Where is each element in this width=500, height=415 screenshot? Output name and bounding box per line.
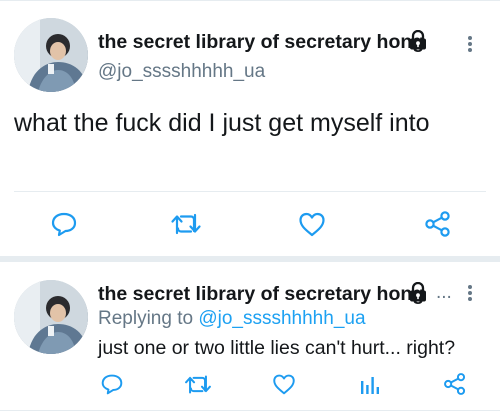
share-icon[interactable] [422, 209, 454, 239]
replying-to: Replying to @jo_sssshhhhh_ua [98, 308, 366, 330]
analytics-icon[interactable] [356, 371, 384, 397]
reply-icon[interactable] [48, 209, 80, 239]
retweet-icon[interactable] [181, 371, 215, 397]
tweet-separator [0, 256, 500, 262]
avatar[interactable] [14, 18, 88, 92]
retweet-icon[interactable] [166, 209, 206, 239]
reply-icon[interactable] [98, 371, 126, 397]
share-icon[interactable] [441, 371, 469, 397]
replying-to-label: Replying to [98, 308, 194, 329]
top-divider [0, 0, 500, 1]
tweet-text: just one or two little lies can't hurt..… [98, 337, 456, 359]
bottom-divider [0, 410, 500, 411]
name-truncation-ellipsis: ... [436, 282, 452, 303]
like-icon[interactable] [296, 209, 328, 239]
more-icon[interactable] [464, 283, 476, 303]
replying-to-handle-link[interactable]: @jo_sssshhhhh_ua [198, 308, 365, 329]
like-icon[interactable] [270, 371, 298, 397]
lock-icon [408, 281, 428, 307]
lock-icon [408, 29, 428, 55]
divider [14, 191, 486, 192]
display-name[interactable]: the secret library of secretary hong [98, 283, 424, 306]
display-name[interactable]: the secret library of secretary hong [98, 31, 424, 54]
handle[interactable]: @jo_sssshhhhh_ua [98, 61, 265, 83]
avatar[interactable] [14, 280, 88, 354]
more-icon[interactable] [464, 34, 476, 54]
tweet-text: what the fuck did I just get myself into [14, 109, 430, 137]
